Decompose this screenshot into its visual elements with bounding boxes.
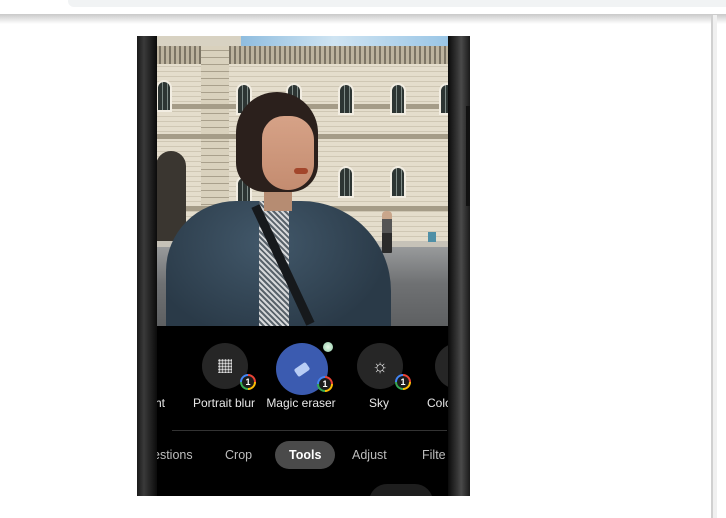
- phone-bezel-left: [137, 36, 157, 496]
- badge-icon: 1: [240, 374, 256, 390]
- tab-crop[interactable]: Crop: [225, 441, 252, 469]
- badge-icon: 1: [395, 374, 411, 390]
- tool-label: Magic eraser: [266, 396, 336, 410]
- scrollbar[interactable]: [711, 15, 713, 518]
- selection-glow-icon: [323, 342, 333, 352]
- tool-label: Portrait blur: [192, 396, 256, 410]
- phone-screenshot: 1 light 1 Portrait blur 1 Magic eraser ☼…: [137, 36, 470, 496]
- photo-pedestrian: [382, 211, 392, 253]
- photo-window: [338, 166, 354, 198]
- tools-carousel: 1 light 1 Portrait blur 1 Magic eraser ☼…: [137, 326, 470, 426]
- photo-subject-lips: [294, 168, 308, 174]
- photo-subject-face: [262, 116, 314, 190]
- badge-icon: 1: [317, 376, 333, 392]
- tab-filters[interactable]: Filte: [422, 441, 446, 469]
- phone-side-button: [466, 106, 470, 206]
- tool-label: Sky: [368, 396, 389, 410]
- photo-window: [338, 83, 354, 115]
- divider: [172, 430, 447, 431]
- tab-suggestions[interactable]: estions: [153, 441, 193, 469]
- tab-tools[interactable]: Tools: [275, 441, 336, 469]
- edited-photo: [156, 36, 448, 326]
- photo-window: [439, 83, 448, 115]
- toolbar-shadow: [0, 14, 726, 24]
- address-bar[interactable]: [68, 0, 726, 7]
- photo-trash-bin: [428, 232, 436, 242]
- browser-top-bar: [0, 0, 726, 15]
- save-copy-button[interactable]: [369, 484, 433, 496]
- phone-bezel-right: [448, 36, 470, 496]
- photo-window: [156, 80, 172, 112]
- tab-adjust[interactable]: Adjust: [352, 441, 387, 469]
- scrollbar-track: [713, 15, 717, 518]
- editor-tabs: estions Crop Tools Adjust Filte: [153, 441, 448, 471]
- photo-window: [390, 166, 406, 198]
- photo-window: [390, 83, 406, 115]
- photo-cornice: [156, 46, 448, 64]
